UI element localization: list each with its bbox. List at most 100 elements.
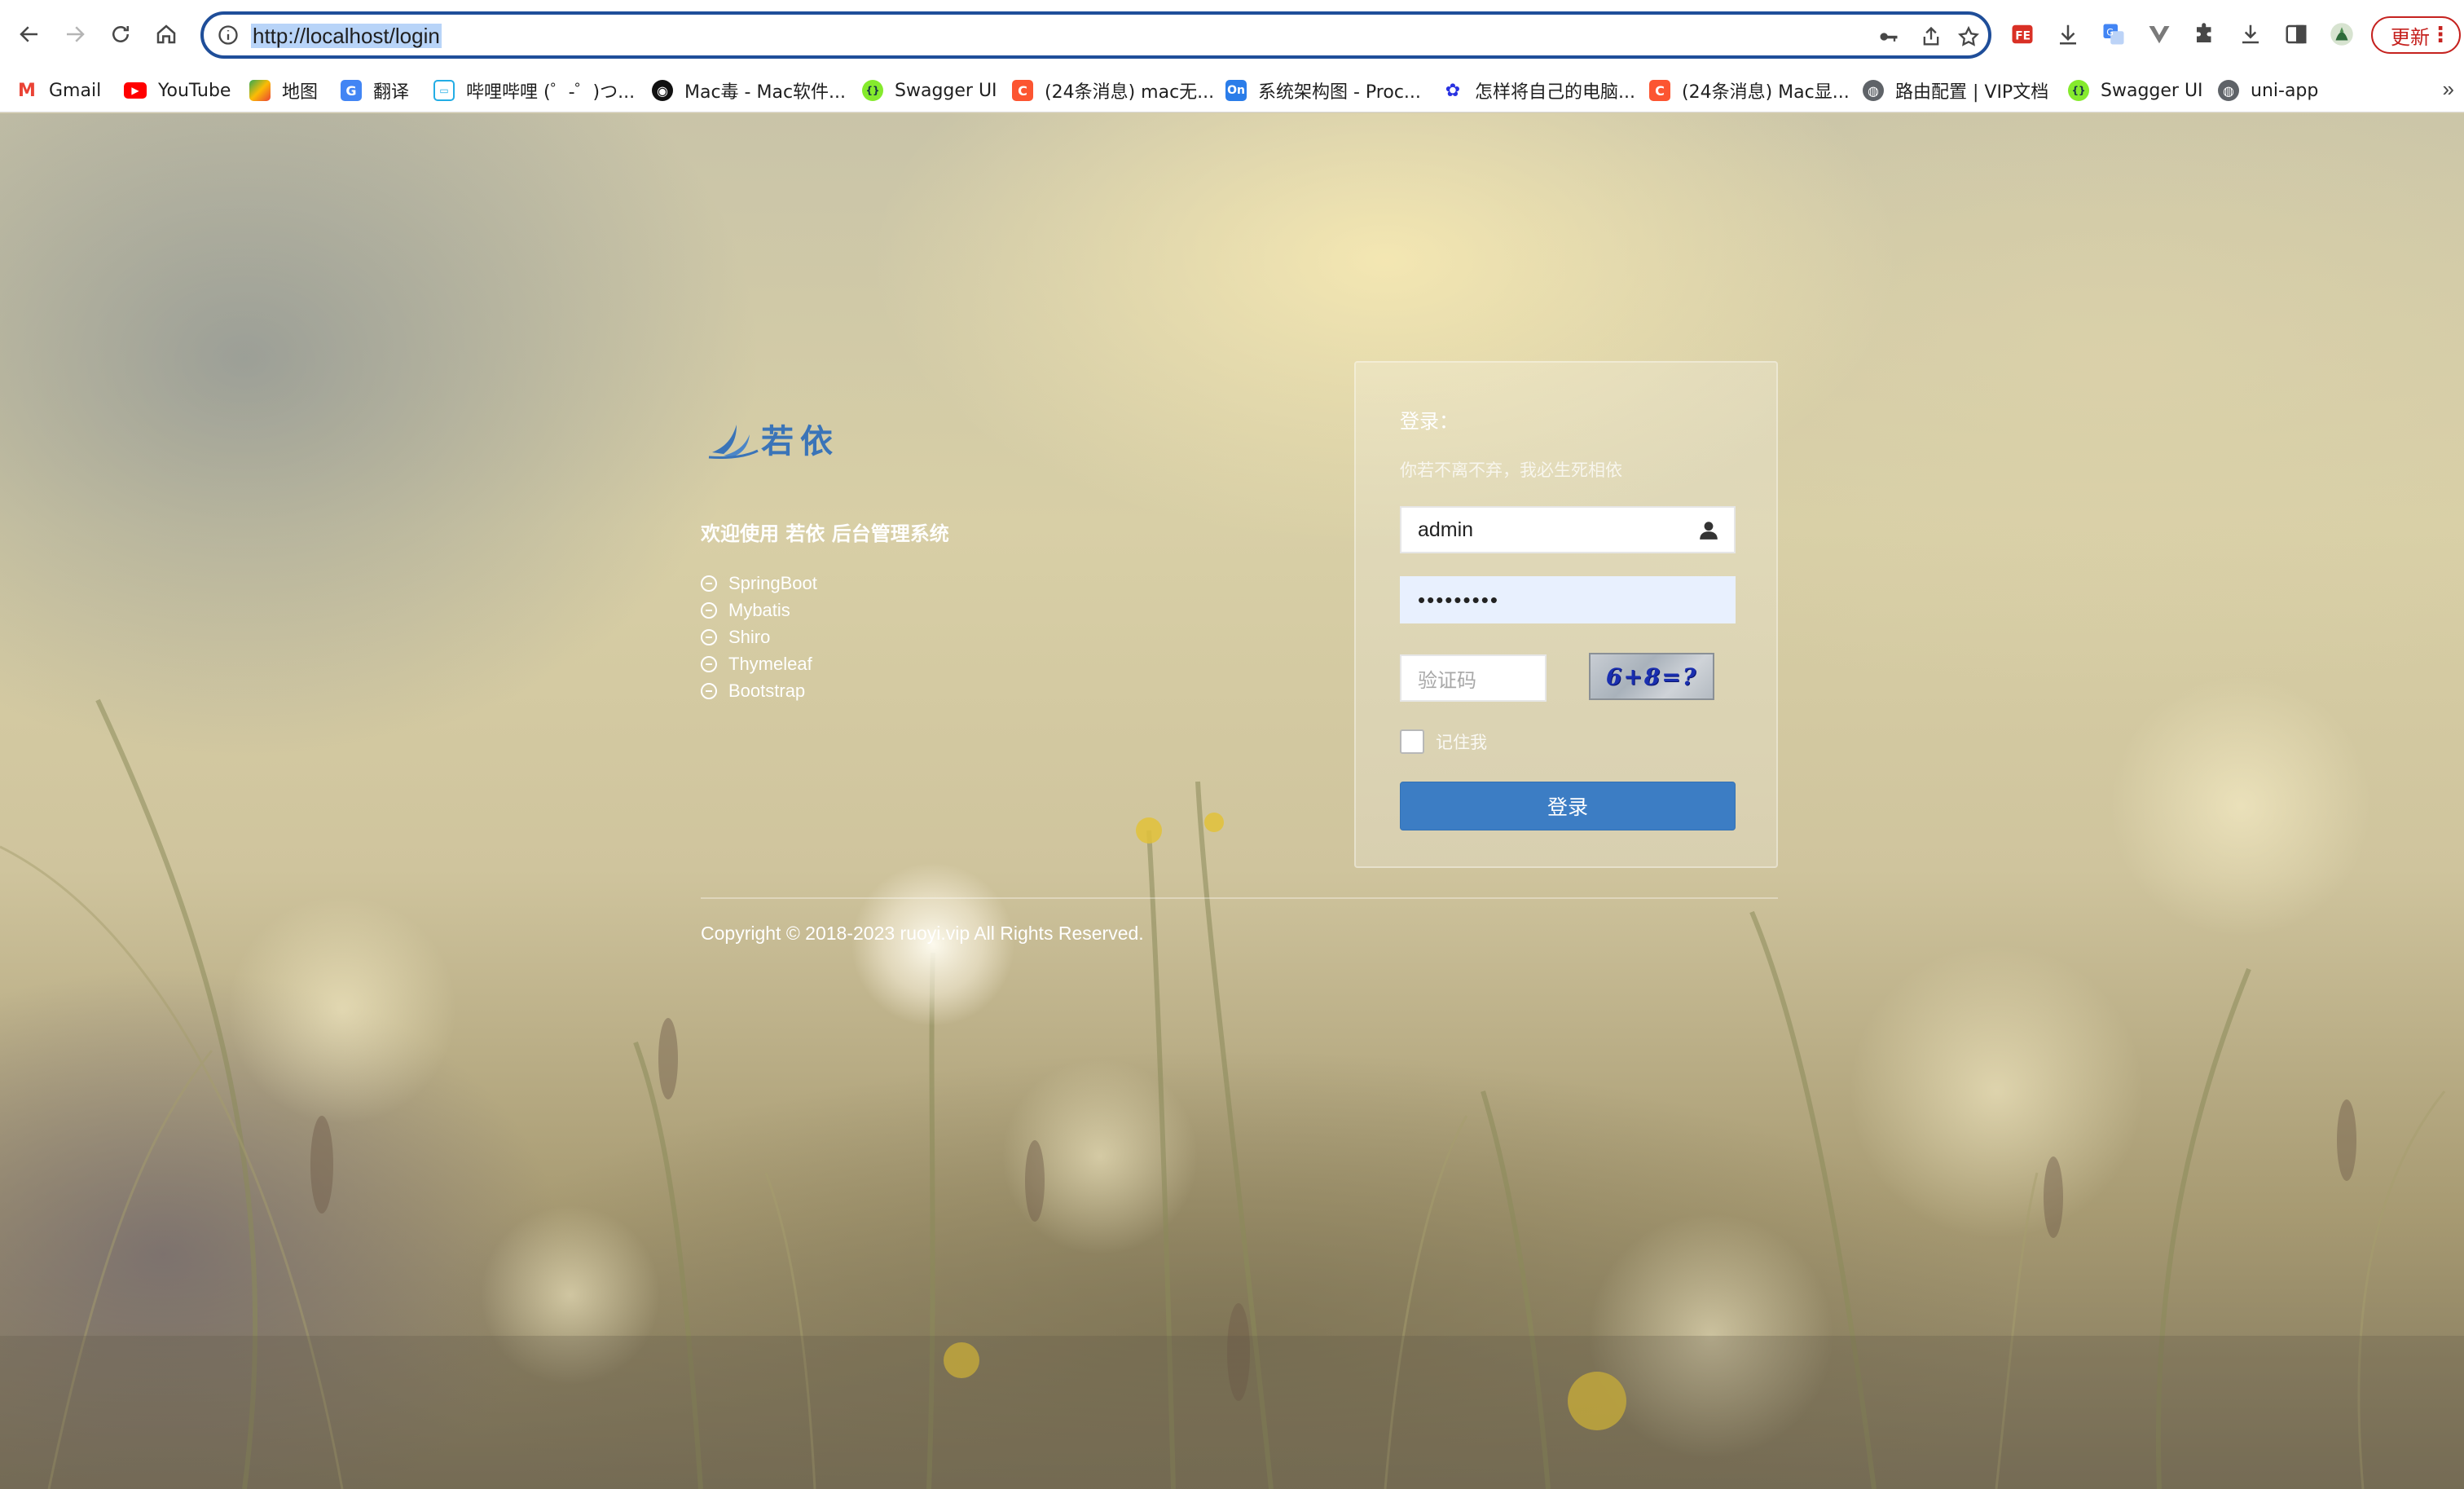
macdu-icon: ◉ — [652, 80, 673, 101]
bookmark-label: YouTube — [158, 80, 231, 101]
ruoyi-logo: 若依 — [708, 423, 839, 460]
csdn-icon: C — [1649, 80, 1670, 101]
home-icon — [156, 24, 176, 44]
bookmark-bilibili[interactable]: ▭ 哔哩哔哩 (゜-゜)つ... — [433, 75, 635, 106]
downloads-icon[interactable] — [2236, 20, 2265, 49]
feature-item: Mybatis — [701, 597, 817, 623]
baidu-icon: ✿ — [1445, 80, 1461, 101]
bookmark-label: 翻译 — [373, 82, 410, 103]
bookmark-maps[interactable]: 地图 — [249, 75, 318, 106]
feature-item: Shiro — [701, 623, 817, 650]
password-input[interactable]: ••••••••• — [1400, 576, 1736, 623]
bookmark-swagger[interactable]: {} Swagger UI — [862, 75, 997, 106]
address-bar[interactable]: http://localhost/login — [200, 11, 1991, 59]
bookmark-label: Swagger UI — [895, 80, 997, 101]
username-input[interactable]: admin — [1400, 506, 1736, 553]
feature-label: Mybatis — [728, 599, 790, 620]
bookmark-label: (24条消息) Mac显... — [1682, 82, 1850, 103]
feature-item: SpringBoot — [701, 570, 817, 597]
gmail-icon: M — [18, 80, 36, 101]
svg-text:G: G — [2106, 27, 2114, 37]
captcha-placeholder: 验证码 — [1418, 668, 1476, 692]
bookmark-star-icon[interactable] — [1957, 25, 1980, 48]
circle-arrow-icon — [701, 575, 717, 592]
bookmark-route-config[interactable]: ◍ 路由配置 | VIP文档 — [1863, 75, 2048, 106]
bookmark-swagger-2[interactable]: {} Swagger UI — [2068, 75, 2203, 106]
feature-label: SpringBoot — [728, 572, 817, 593]
bookmark-csdn-2[interactable]: C (24条消息) Mac显... — [1649, 75, 1850, 106]
home-button[interactable] — [147, 15, 186, 54]
bookmark-label: Swagger UI — [2101, 80, 2203, 101]
copyright-text: Copyright © 2018-2023 ruoyi.vip All Righ… — [701, 923, 1144, 944]
username-value: admin — [1418, 518, 1474, 541]
browser-toolbar: http://localhost/login FE G 更新 ⋮ — [0, 0, 2464, 70]
update-label: 更新 — [2391, 25, 2430, 49]
translate-icon: G — [341, 80, 362, 101]
forward-arrow-icon — [67, 26, 85, 42]
bookmark-label: 系统架构图 - Proc... — [1258, 82, 1421, 103]
bookmark-label: 怎样将自己的电脑... — [1475, 82, 1635, 103]
maps-icon — [249, 80, 271, 101]
user-icon — [1700, 522, 1718, 540]
fe-extension-icon[interactable]: FE — [2008, 20, 2037, 49]
key-icon[interactable] — [1877, 25, 1900, 48]
login-subtitle: 你若不离不弃，我必生死相依 — [1400, 460, 1622, 480]
feature-label: Bootstrap — [728, 680, 806, 701]
side-panel-icon[interactable] — [2281, 20, 2311, 49]
bookmark-macdu[interactable]: ◉ Mac毒 - Mac软件... — [652, 75, 846, 106]
reload-button[interactable] — [101, 15, 140, 54]
bookmark-csdn-1[interactable]: C (24条消息) mac无... — [1012, 75, 1214, 106]
bookmark-baidu[interactable]: ✿ 怎样将自己的电脑... — [1442, 75, 1635, 106]
back-arrow-icon — [20, 26, 37, 42]
back-button[interactable] — [10, 15, 49, 54]
update-button[interactable]: 更新 ⋮ — [2371, 16, 2461, 54]
bookmark-label: 路由配置 | VIP文档 — [1895, 82, 2049, 103]
profile-avatar[interactable] — [2327, 20, 2356, 49]
password-value: ••••••••• — [1418, 587, 1499, 612]
site-info-icon[interactable] — [217, 24, 240, 46]
swagger-icon: {} — [862, 80, 883, 101]
login-title: 登录： — [1400, 410, 1459, 433]
forward-button[interactable] — [55, 15, 95, 54]
bookmark-processon[interactable]: On 系统架构图 - Proc... — [1225, 75, 1421, 106]
bookmark-gmail[interactable]: M Gmail — [16, 75, 101, 106]
menu-kebab-icon[interactable]: ⋮ — [2430, 24, 2451, 46]
bookmark-label: 哔哩哔哩 (゜-゜)つ... — [466, 82, 636, 103]
swagger-icon: {} — [2068, 80, 2089, 101]
share-icon[interactable] — [1920, 25, 1943, 48]
background-meadow-image — [0, 676, 2464, 1489]
captcha-image[interactable]: 6+8=? — [1589, 653, 1714, 700]
bookmark-label: 地图 — [282, 82, 319, 103]
download-extension-icon[interactable] — [2053, 20, 2083, 49]
bookmark-uniapp[interactable]: ◍ uni-app — [2218, 75, 2318, 106]
bilibili-icon: ▭ — [433, 80, 455, 101]
login-page: 若依 欢迎使用 若依 后台管理系统 SpringBoot Mybatis Shi… — [0, 113, 2464, 1489]
feature-label: Shiro — [728, 626, 771, 647]
bookmark-label: Mac毒 - Mac软件... — [684, 82, 847, 103]
remember-me-label[interactable]: 记住我 — [1436, 729, 1487, 754]
remember-me-checkbox[interactable] — [1400, 729, 1424, 754]
csdn-icon: C — [1012, 80, 1033, 101]
bookmarks-overflow-button[interactable]: » — [2443, 77, 2454, 102]
processon-icon: On — [1225, 80, 1247, 101]
captcha-input[interactable]: 验证码 — [1400, 654, 1547, 702]
feature-label: Thymeleaf — [728, 653, 812, 674]
reload-icon — [112, 26, 129, 42]
vue-devtools-icon[interactable] — [2145, 20, 2174, 49]
globe-icon: ◍ — [1863, 80, 1884, 101]
url-text[interactable]: http://localhost/login — [251, 24, 442, 48]
bookmark-translate[interactable]: G 翻译 — [341, 75, 409, 106]
login-form: 登录： 你若不离不弃，我必生死相依 admin ••••••••• 验证码 6+… — [1354, 361, 1778, 868]
youtube-icon: ▶ — [124, 82, 147, 99]
globe-icon: ◍ — [2218, 80, 2239, 101]
bookmark-youtube[interactable]: ▶ YouTube — [124, 75, 231, 106]
extensions-puzzle-icon[interactable] — [2190, 20, 2220, 49]
feature-item: Bootstrap — [701, 677, 817, 704]
login-button[interactable]: 登录 — [1400, 782, 1736, 830]
captcha-text: 6+8=? — [1605, 663, 1698, 690]
circle-arrow-icon — [701, 628, 717, 645]
bookmark-label: (24条消息) mac无... — [1045, 82, 1215, 103]
logo-text: 若依 — [761, 423, 839, 460]
circle-arrow-icon — [701, 655, 717, 672]
translate-extension-icon[interactable]: G — [2099, 20, 2128, 49]
